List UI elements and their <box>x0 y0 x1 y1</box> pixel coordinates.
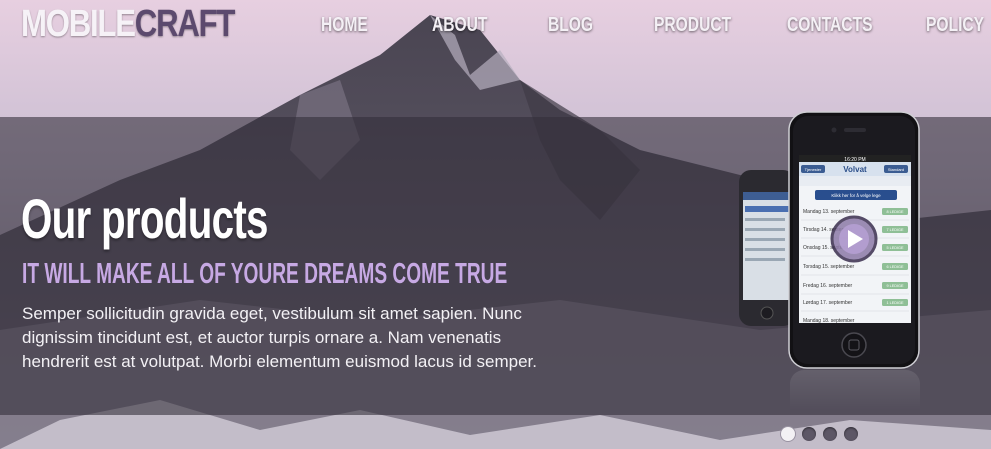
phone-badge-4: 9 LEDIGE <box>886 284 904 288</box>
hero-description: Semper sollicitudin gravida eget, vestib… <box>22 304 537 371</box>
phone-front-image: 16:20 PM Tjenester Volvat Standard Klikk… <box>788 111 920 369</box>
phone-day-5: Lørdag 17. september <box>803 300 853 306</box>
phone-badge-3: 6 LEDIGE <box>886 265 904 269</box>
phone-reflection <box>790 370 920 410</box>
phone-back-label: Tjenester <box>805 167 822 172</box>
phone-badge-0: 8 LEDIGE <box>886 210 904 214</box>
play-icon[interactable] <box>830 215 878 263</box>
slider-pager <box>781 427 861 443</box>
phone-right-label: Standard <box>888 167 904 172</box>
nav-about[interactable]: ABOUT <box>432 13 487 37</box>
phone-day-4: Fredag 16. september <box>803 283 853 289</box>
phone-cta: Klikk her for å velge lege <box>831 192 881 198</box>
nav-blog[interactable]: BLOG <box>548 13 593 37</box>
nav-product[interactable]: PRODUCT <box>654 13 731 37</box>
hero-title: Our products <box>21 187 268 250</box>
slider-dot-4[interactable] <box>844 427 858 441</box>
slider-dot-1[interactable] <box>781 427 795 441</box>
hero-subtitle: IT WILL MAKE ALL OF YOURE DREAMS COME TR… <box>22 258 508 290</box>
nav-contacts[interactable]: CONTACTS <box>787 13 873 37</box>
phone-badge-5: 1 LEDIGE <box>886 301 904 305</box>
nav-home[interactable]: HOME <box>321 13 368 37</box>
nav-policy[interactable]: POLICY <box>926 13 984 37</box>
phone-badge-2: 5 LEDIGE <box>886 246 904 250</box>
phone-day-6: Mandag 18. september <box>803 318 855 324</box>
slider-dot-2[interactable] <box>802 427 816 441</box>
phone-day-3: Torsdag 15. september <box>803 264 854 270</box>
phone-app-name: Volvat <box>843 165 867 174</box>
main-nav: HOME ABOUT BLOG PRODUCT CONTACTS POLICY <box>0 13 991 39</box>
phone-badge-1: 7 LEDIGE <box>886 228 904 232</box>
phone-day-0: Mandag 13. september <box>803 209 855 215</box>
slider-dot-3[interactable] <box>823 427 837 441</box>
